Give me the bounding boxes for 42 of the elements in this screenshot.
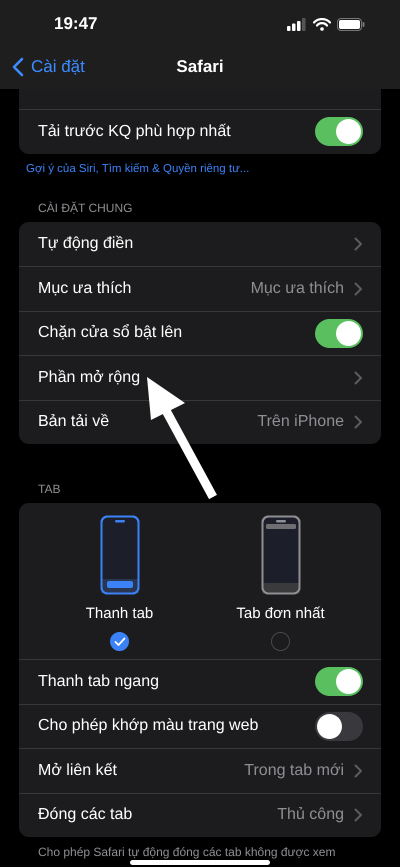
setting-label: Thanh tab ngang [38, 672, 160, 691]
setting-value: Mục ưa thích [250, 280, 344, 298]
section-header: TAB [37, 481, 62, 498]
chevron-icon [354, 808, 363, 822]
section-header: CÀI ĐẶT CHUNG [37, 200, 134, 216]
setting-label: Mở liên kết [38, 762, 118, 780]
phone-layout-icon [260, 515, 300, 595]
toggle-switch[interactable] [315, 667, 363, 696]
back-button[interactable]: Cài đặt [0, 56, 85, 76]
chevron-icon [354, 370, 363, 385]
status-time: 19:47 [54, 14, 98, 34]
chevron-icon [354, 282, 363, 296]
setting-label: Chặn cửa sổ bật lên [38, 324, 184, 342]
checkmark-icon [114, 636, 126, 646]
setting-label: Tự động điền [38, 234, 134, 253]
setting-value: Trên iPhone [257, 413, 344, 432]
setting-label: Tải trước KQ phù hợp nhất [38, 122, 232, 141]
layout-radio[interactable] [110, 632, 129, 651]
toggle-switch[interactable] [315, 117, 363, 146]
layout-label: Tab đơn nhất [236, 605, 325, 622]
setting-label: Bản tải về [38, 413, 110, 432]
setting-label: Cho phép khớp màu trang web [38, 717, 260, 736]
chevron-icon [354, 236, 363, 251]
setting-value: Thủ công [277, 806, 344, 824]
toggle-switch[interactable] [315, 712, 363, 741]
layout-label: Thanh tab [86, 605, 154, 622]
back-chevron-icon [12, 56, 24, 76]
footer-note: Cho phép Safari tự động đóng các tab không được xem [37, 844, 336, 859]
wifi-icon [313, 18, 331, 30]
chevron-icon [354, 764, 363, 778]
battery-icon [337, 18, 365, 30]
signal-icon [287, 18, 307, 30]
page-title: Safari [176, 56, 224, 76]
setting-label: Mục ưa thích [38, 280, 132, 298]
setting-label: Đóng các tab [38, 806, 134, 824]
siri-link[interactable]: Gợi ý của Siri, Tìm kiếm & Quyền riêng tư... [19, 154, 381, 190]
phone-layout-icon [100, 515, 140, 595]
setting-label: Phần mở rộng [38, 368, 142, 387]
layout-radio[interactable] [271, 632, 290, 651]
toggle-switch[interactable] [315, 318, 363, 348]
setting-value: Trong tab mới [244, 762, 344, 780]
chevron-icon [354, 415, 363, 430]
